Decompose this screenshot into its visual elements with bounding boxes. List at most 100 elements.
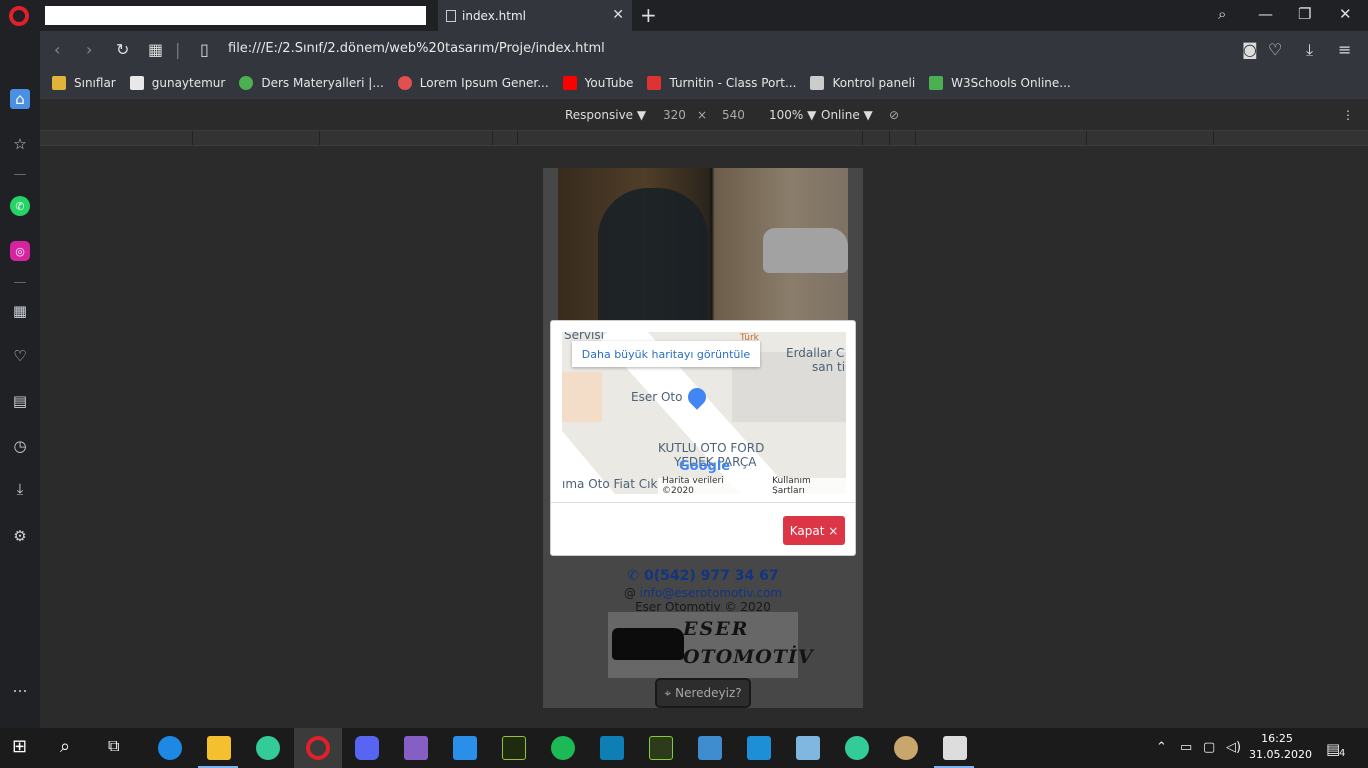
system-clock[interactable]: 16:25 31.05.2020 <box>1249 731 1312 763</box>
map-label: Eser Oto <box>631 390 683 404</box>
opera-icon[interactable] <box>306 736 330 760</box>
larger-map-link[interactable]: Daha büyük haritayı görüntüle <box>572 341 760 367</box>
folder-icon <box>52 76 66 90</box>
bookmark-item[interactable]: W3Schools Online... <box>929 76 1071 90</box>
download-icon[interactable]: ⤓ <box>10 479 30 499</box>
news-icon[interactable]: ▤ <box>10 391 30 411</box>
map-label: san ti <box>812 360 846 374</box>
chevron-up-icon[interactable]: ⌃ <box>1156 740 1167 755</box>
heart-icon[interactable]: ♡ <box>10 346 30 366</box>
bookmark-item[interactable]: gunaytemur <box>129 76 225 90</box>
bookmark-item[interactable]: Lorem Ipsum Gener... <box>397 76 549 90</box>
paint-icon[interactable] <box>894 736 918 760</box>
forward-icon[interactable]: › <box>86 40 92 59</box>
more-icon[interactable]: … <box>10 677 30 697</box>
battery-icon[interactable]: ▭ <box>1180 740 1192 755</box>
close-button[interactable]: Kapat × <box>783 516 845 545</box>
times-label: × <box>697 108 708 122</box>
speed-dial-icon[interactable]: ▦ <box>10 301 30 321</box>
document-icon <box>446 9 456 22</box>
map-data-text: Harita verileri ©2020 <box>662 476 724 494</box>
visual-studio-icon[interactable] <box>404 736 428 760</box>
spotify-icon[interactable] <box>551 736 575 760</box>
ruler-tick <box>1213 131 1214 145</box>
ruler-tick <box>492 131 493 145</box>
internet-explorer-icon[interactable] <box>158 736 182 760</box>
tabs-grid-icon[interactable]: ▦ <box>148 40 163 59</box>
network-icon[interactable]: ▢ <box>1203 740 1215 755</box>
task-view-icon[interactable]: ⧉ <box>108 736 132 760</box>
back-icon[interactable]: ‹ <box>54 40 60 59</box>
address-bar: ‹ › ↻ ▦ | ▯ file:///E:/2.Sınıf/2.dönem/w… <box>40 31 1368 68</box>
chrome-icon[interactable] <box>845 736 869 760</box>
new-tab-button[interactable]: + <box>640 3 657 27</box>
width-input[interactable]: 320 <box>663 108 686 122</box>
volume-icon[interactable]: ◁) <box>1226 740 1241 755</box>
photos-icon[interactable] <box>943 736 967 760</box>
tab-search-box[interactable] <box>45 6 426 25</box>
w3schools-icon <box>929 76 944 90</box>
chrome-icon[interactable] <box>256 736 280 760</box>
ruler-tick <box>889 131 890 145</box>
settings-icon[interactable]: ⚙ <box>10 526 30 546</box>
taskbar: ⊞ ⌕ ⧉ ⌃ ▭ ▢ ◁) 16:25 31.05.2020 ▤ 4 <box>0 728 1368 768</box>
rotate-icon[interactable]: ⊘ <box>889 108 899 122</box>
site-icon <box>397 76 412 90</box>
menu-icon[interactable]: ≡ <box>1338 40 1351 59</box>
height-input[interactable]: 540 <box>722 108 745 122</box>
notification-count: 4 <box>1339 748 1346 759</box>
heart-icon[interactable]: ♡ <box>1268 40 1282 59</box>
responsive-dropdown[interactable]: Responsive ▼ <box>565 108 646 122</box>
bookmark-item[interactable]: Turnitin - Class Port... <box>647 76 796 90</box>
bookmark-item[interactable]: Sınıflar <box>52 76 116 90</box>
arduino-icon[interactable] <box>600 736 624 760</box>
download-icon[interactable]: ⤓ <box>1306 40 1313 60</box>
more-options-icon[interactable]: ⋮ <box>1342 108 1354 122</box>
close-window-button[interactable]: ✕ <box>1339 5 1352 23</box>
ruler-tick <box>319 131 320 145</box>
turnitin-icon <box>647 76 662 90</box>
ruler-tick <box>192 131 193 145</box>
camera-icon[interactable]: ◙ <box>1242 40 1258 59</box>
terms-link[interactable]: Kullanım Şartları <box>772 476 846 494</box>
google-map[interactable]: Servisi Türk Erdallar C san ti Eser Oto … <box>562 332 846 494</box>
notepad-plus-icon[interactable] <box>649 736 673 760</box>
opera-logo-icon[interactable] <box>9 6 29 26</box>
dreamweaver-icon[interactable] <box>502 736 526 760</box>
tab-active[interactable]: index.html ✕ <box>438 0 632 31</box>
history-icon[interactable]: ◷ <box>10 436 30 456</box>
app-icon[interactable] <box>747 736 771 760</box>
whatsapp-icon[interactable]: ✆ <box>10 196 30 216</box>
search-icon[interactable]: ⌕ <box>1218 5 1226 23</box>
instagram-icon[interactable]: ◎ <box>10 241 30 261</box>
restore-button[interactable]: ❐ <box>1298 5 1311 23</box>
site-icon <box>810 76 825 90</box>
file-explorer-icon[interactable] <box>207 736 231 760</box>
tools-icon[interactable] <box>698 736 722 760</box>
windows-start-icon[interactable]: ⊞ <box>12 736 36 760</box>
app-icon[interactable] <box>796 736 820 760</box>
zoom-dropdown[interactable]: 100% ▼ <box>769 108 816 122</box>
url-field[interactable]: file:///E:/2.Sınıf/2.dönem/web%20tasarım… <box>228 41 605 56</box>
time-text: 16:25 <box>1261 732 1293 745</box>
network-dropdown[interactable]: Online ▼ <box>821 108 873 122</box>
separator: | <box>175 40 181 59</box>
reload-icon[interactable]: ↻ <box>116 40 129 59</box>
map-label: Erdallar C <box>786 346 845 360</box>
star-icon[interactable]: ☆ <box>10 134 30 154</box>
page-icon <box>129 76 144 90</box>
search-icon[interactable]: ⌕ <box>60 736 84 760</box>
tab-close-button[interactable]: ✕ <box>612 7 624 23</box>
vscode-icon[interactable] <box>453 736 477 760</box>
minimize-button[interactable]: — <box>1258 5 1273 23</box>
map-block <box>562 372 602 422</box>
media-query-ruler[interactable] <box>40 130 1368 146</box>
bookmark-item[interactable]: YouTube <box>562 76 633 90</box>
ruler-tick <box>1086 131 1087 145</box>
bookmark-item[interactable]: Kontrol paneli <box>810 76 915 90</box>
tab-bar: index.html ✕ + ⌕ — ❐ ✕ <box>0 0 1368 31</box>
home-icon[interactable]: ⌂ <box>10 89 30 109</box>
bookmark-item[interactable]: Ders Materyalleri |... <box>239 76 384 90</box>
discord-icon[interactable] <box>355 736 379 760</box>
date-text: 31.05.2020 <box>1249 748 1312 761</box>
